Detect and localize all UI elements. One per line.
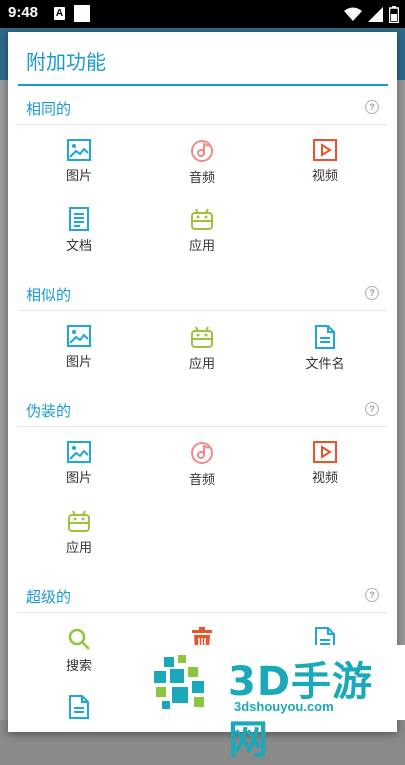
status-icons <box>344 4 399 24</box>
extra-features-dialog: 附加功能 相同的 ? 图片 音频 视频 文档 应用 相似的 ? 图片 应用 文件… <box>8 32 397 732</box>
notification-a-icon: A <box>54 7 65 20</box>
android-icon <box>191 208 213 230</box>
status-time: 9:48 <box>8 4 39 21</box>
section-title: 相同的 <box>26 100 72 118</box>
help-icon[interactable]: ? <box>365 588 379 602</box>
image-icon <box>67 139 91 161</box>
section-title: 超级的 <box>26 588 72 606</box>
item-label: 视频 <box>311 169 338 184</box>
item-label: 图片 <box>65 471 92 486</box>
android-icon <box>68 510 90 532</box>
item-same-app[interactable]: 应用 <box>141 207 263 275</box>
audio-icon <box>191 140 213 162</box>
image-icon <box>67 325 91 347</box>
video-icon <box>313 139 337 161</box>
section-same: 相同的 ? 图片 音频 视频 文档 应用 <box>8 90 397 254</box>
audio-icon <box>191 442 213 464</box>
section-header: 相似的 ? <box>18 276 387 311</box>
item-disguised-video[interactable]: 视频 <box>264 441 386 509</box>
item-label: 文件名 <box>305 357 345 372</box>
notification-square-icon <box>74 5 90 22</box>
section-title: 相似的 <box>26 286 72 304</box>
image-icon <box>67 441 91 463</box>
signal-icon <box>368 6 383 22</box>
watermark-banner: 3D手游网 3dshouyou.com <box>150 645 405 763</box>
watermark-url: 3dshouyou.com <box>234 699 334 714</box>
search-icon <box>68 628 90 650</box>
item-label: 文档 <box>65 239 92 254</box>
wifi-icon <box>344 7 362 21</box>
section-super: 超级的 ? 搜索 <box>8 578 397 719</box>
item-label: 搜索 <box>65 659 92 674</box>
item-disguised-audio[interactable]: 音频 <box>141 441 263 509</box>
section-disguised: 伪装的 ? 图片 音频 视频 应用 <box>8 392 397 556</box>
item-same-document[interactable]: 文档 <box>18 207 140 275</box>
section-header: 相同的 ? <box>18 90 387 125</box>
item-similar-filename[interactable]: 文件名 <box>264 325 386 393</box>
item-same-audio[interactable]: 音频 <box>141 139 263 207</box>
battery-icon <box>389 5 399 23</box>
title-divider <box>18 84 388 86</box>
file-icon <box>315 325 335 349</box>
status-bar: 9:48 A <box>0 0 405 28</box>
section-similar: 相似的 ? 图片 应用 文件名 <box>8 276 397 372</box>
help-icon[interactable]: ? <box>365 100 379 114</box>
item-label: 图片 <box>65 355 92 370</box>
item-label: 应用 <box>188 357 215 372</box>
3d-logo-icon <box>154 655 204 709</box>
item-super-file-2[interactable] <box>18 695 140 763</box>
item-super-search[interactable]: 搜索 <box>18 627 140 695</box>
android-icon <box>191 326 213 348</box>
item-similar-app[interactable]: 应用 <box>141 325 263 393</box>
help-icon[interactable]: ? <box>365 286 379 300</box>
section-header: 伪装的 ? <box>18 392 387 427</box>
section-title: 伪装的 <box>26 402 72 420</box>
item-similar-image[interactable]: 图片 <box>18 325 140 393</box>
document-icon <box>69 207 89 231</box>
item-label: 应用 <box>188 239 215 254</box>
dialog-title: 附加功能 <box>26 50 106 74</box>
item-same-image[interactable]: 图片 <box>18 139 140 207</box>
item-label: 音频 <box>188 171 215 186</box>
file-icon <box>69 695 89 719</box>
video-icon <box>313 441 337 463</box>
item-label: 图片 <box>65 169 92 184</box>
item-disguised-image[interactable]: 图片 <box>18 441 140 509</box>
help-icon[interactable]: ? <box>365 402 379 416</box>
item-label: 应用 <box>65 541 92 556</box>
item-label: 视频 <box>311 471 338 486</box>
item-disguised-app[interactable]: 应用 <box>18 509 140 577</box>
item-label: 音频 <box>188 473 215 488</box>
section-header: 超级的 ? <box>18 578 387 613</box>
item-same-video[interactable]: 视频 <box>264 139 386 207</box>
